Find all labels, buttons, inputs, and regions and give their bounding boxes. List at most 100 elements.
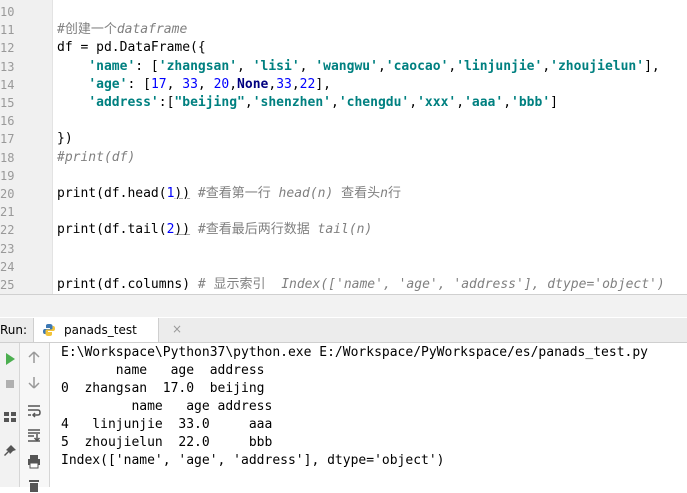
code-token: 'address'	[88, 95, 159, 110]
scroll-down-icon[interactable]	[26, 375, 42, 391]
line-number: 23	[0, 241, 15, 256]
code-token: 'shenzhen'	[252, 95, 331, 110]
scroll-up-icon[interactable]	[26, 349, 42, 365]
code-token: dataframe	[116, 22, 188, 38]
code-token: #print(df)	[57, 149, 136, 165]
code-token: # 显示索引	[190, 277, 282, 292]
code-token: head(n)	[278, 186, 334, 201]
code-line: 15 'address':["beijing",'shenzhen','chen…	[0, 94, 687, 112]
code-line: 25 print(df.columns) # 显示索引 Index(['name'…	[0, 276, 687, 294]
code-token: 'lisi'	[252, 58, 300, 74]
code-line: 20 print(df.head(1)) #查看第一行 head(n) 查看头n行	[0, 185, 687, 203]
code-token: ,	[377, 58, 386, 74]
code-line: 11 #创建一个dataframe	[0, 21, 687, 39]
console-line: Index(['name', 'age', 'address'], dtype=…	[61, 453, 445, 468]
code-token: n	[380, 186, 388, 201]
code-token: 查看头	[333, 186, 381, 201]
code-token: ,	[166, 76, 183, 92]
python-icon	[43, 324, 55, 336]
code-line: 16	[0, 112, 687, 130]
console-line: 0 zhangsan 17.0 beijing	[61, 381, 265, 396]
console-line: name age address	[61, 399, 273, 414]
line-number: 14	[0, 77, 15, 92]
code-token: ,	[299, 58, 316, 74]
scroll-to-end-icon[interactable]	[26, 427, 42, 443]
code-text: 'name': ['zhangsan', 'lisi', 'wangwu','c…	[57, 58, 659, 76]
code-line: 19	[0, 167, 687, 185]
stop-icon[interactable]	[2, 376, 18, 392]
code-token: print(df.columns)	[57, 277, 191, 292]
run-tab-panads-test[interactable]: panads_test ×	[33, 318, 182, 342]
code-token: ,	[456, 95, 465, 110]
code-text: 'address':["beijing",'shenzhen','chengdu…	[57, 94, 558, 112]
line-number: 22	[0, 223, 15, 238]
code-token: ,	[330, 95, 339, 110]
code-token: 'name'	[88, 58, 136, 74]
code-token: df = pd.DataFrame({	[57, 40, 206, 56]
print-icon[interactable]	[26, 453, 42, 469]
code-token: 'bbb'	[511, 95, 551, 110]
panel-splitter[interactable]	[0, 294, 687, 317]
code-token: 'zhoujielun'	[550, 58, 645, 74]
code-token: 'wangwu'	[315, 58, 378, 74]
code-token: : [	[135, 58, 159, 74]
code-line: 21	[0, 203, 687, 221]
code-line: 22 print(df.tail(2)) #查看最后两行数据 tail(n)	[0, 221, 687, 239]
code-token: ]	[550, 95, 558, 110]
code-token: ,	[409, 95, 418, 110]
line-number: 21	[0, 205, 15, 220]
code-token: ,	[503, 95, 512, 110]
run-icon[interactable]	[2, 351, 18, 367]
run-tab-bar: Run: panads_test ×	[0, 318, 687, 343]
line-number: 11	[0, 23, 15, 38]
code-token: ,	[197, 76, 214, 92]
code-editor[interactable]: 10 11 #创建一个dataframe 12 df = pd.DataFrame({1…	[0, 0, 687, 294]
run-side-toolbar	[0, 343, 20, 487]
console-line: name age address	[61, 363, 265, 378]
code-text: print(df.tail(2)) #查看最后两行数据 tail(n)	[57, 221, 372, 239]
code-token: 'aaa'	[464, 95, 504, 110]
code-token: 'zhangsan'	[158, 58, 238, 74]
code-token: Index(['name', 'age', 'address'], dtype=…	[281, 277, 665, 292]
trash-icon[interactable]	[26, 477, 42, 493]
tab-title: panads_test	[64, 323, 137, 337]
code-token: ,	[542, 58, 551, 74]
close-icon[interactable]: ×	[172, 322, 182, 336]
code-text: 'age': [17, 33, 20,None,33,22],	[57, 76, 331, 94]
code-token: tail(n)	[317, 222, 373, 238]
code-token: ,	[291, 76, 300, 92]
rerun-icon[interactable]	[2, 409, 18, 425]
console-output[interactable]: E:\Workspace\Python37\python.exe E:/Work…	[50, 343, 687, 487]
line-number: 25	[0, 278, 15, 292]
line-number: 19	[0, 168, 15, 183]
code-line: 18 #print(df)	[0, 149, 687, 167]
code-token: 33	[276, 76, 292, 92]
code-token: print(df.head(	[57, 186, 167, 201]
code-token: ,	[268, 76, 277, 92]
code-token: 33	[182, 76, 198, 92]
soft-wrap-icon[interactable]	[26, 403, 42, 419]
code-token: #创建一个	[57, 22, 117, 38]
code-line: 12 df = pd.DataFrame({	[0, 39, 687, 57]
code-token: ,	[244, 95, 253, 110]
code-token: })	[57, 131, 73, 147]
code-line: 17})	[0, 130, 687, 148]
code-token: 'age'	[88, 76, 128, 92]
code-token: 行	[388, 186, 402, 201]
line-number: 20	[0, 187, 15, 201]
code-text: print(df.head(1)) #查看第一行 head(n) 查看头n行	[57, 185, 401, 203]
console-toolbar	[20, 343, 50, 492]
line-number: 12	[0, 41, 15, 56]
code-token: "beijing"	[174, 95, 245, 110]
console-line: E:\Workspace\Python37\python.exe E:/Work…	[61, 345, 648, 360]
pin-icon[interactable]	[2, 443, 18, 459]
code-token: 'linjunjie'	[456, 58, 543, 74]
code-token: 'xxx'	[417, 95, 457, 110]
line-number: 24	[0, 259, 15, 274]
line-number: 10	[0, 5, 15, 19]
code-token: 22	[299, 76, 316, 92]
code-token: 'caocao'	[385, 58, 449, 74]
code-text: #创建一个dataframe	[57, 21, 187, 39]
